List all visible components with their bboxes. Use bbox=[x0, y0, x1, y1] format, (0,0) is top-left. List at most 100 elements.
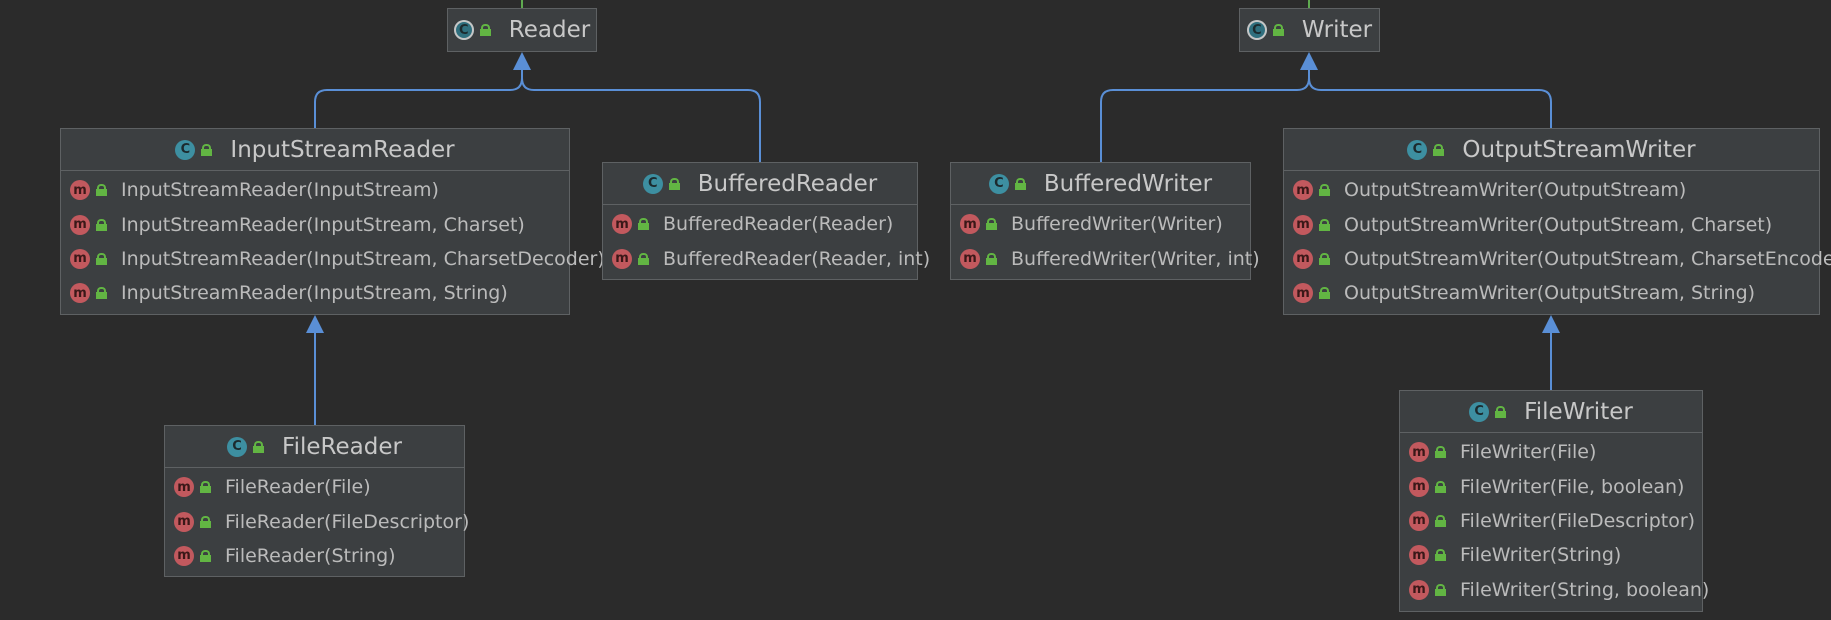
method-icon: m bbox=[174, 477, 194, 498]
method-icon: m bbox=[612, 248, 632, 269]
member-row[interactable]: m InputStreamReader(InputStream, String) bbox=[61, 276, 569, 310]
class-header-buffered-reader: C BufferedReader bbox=[603, 163, 917, 205]
member-signature: OutputStreamWriter(OutputStream, String) bbox=[1344, 282, 1756, 305]
member-signature: FileReader(File) bbox=[225, 476, 371, 499]
member-row[interactable]: m InputStreamReader(InputStream) bbox=[61, 173, 569, 207]
method-icon: m bbox=[612, 214, 632, 235]
lock-icon bbox=[1435, 583, 1446, 596]
lock-icon bbox=[1319, 287, 1330, 300]
member-row[interactable]: m FileWriter(File, boolean) bbox=[1400, 469, 1702, 503]
class-node-reader[interactable]: C Reader bbox=[447, 8, 597, 52]
class-header-input-stream-reader: C InputStreamReader bbox=[61, 129, 569, 171]
member-row[interactable]: m InputStreamReader(InputStream, Charset) bbox=[61, 207, 569, 241]
class-header-output-stream-writer: C OutputStreamWriter bbox=[1284, 129, 1819, 171]
member-list: m OutputStreamWriter(OutputStream) m Outpu… bbox=[1284, 171, 1831, 311]
lock-icon bbox=[200, 515, 211, 528]
method-icon: m bbox=[1409, 476, 1429, 497]
lock-icon bbox=[668, 177, 680, 190]
method-icon: m bbox=[70, 283, 90, 304]
method-icon: m bbox=[174, 545, 194, 566]
edge-output-stream-writer-to-writer bbox=[1308, 70, 1552, 128]
method-icon: m bbox=[1293, 283, 1313, 304]
class-icon: C bbox=[175, 139, 196, 160]
class-name: BufferedReader bbox=[697, 170, 878, 197]
lock-icon bbox=[200, 481, 211, 494]
member-list: m FileReader(File) m FileReader(FileDescri… bbox=[165, 468, 469, 573]
member-list: m BufferedReader(Reader) m BufferedReader(… bbox=[603, 205, 930, 276]
class-name: BufferedWriter bbox=[1043, 170, 1213, 197]
class-node-buffered-writer[interactable]: C BufferedWriter m BufferedWriter(Writer)… bbox=[950, 162, 1260, 280]
member-row[interactable]: m InputStreamReader(InputStream, CharsetD… bbox=[61, 242, 605, 276]
member-signature: FileWriter(File) bbox=[1460, 441, 1597, 464]
class-name: FileWriter bbox=[1524, 398, 1633, 425]
class-node-file-reader[interactable]: C FileReader m FileReader(File) m FileRead… bbox=[164, 425, 469, 577]
member-row[interactable]: m OutputStreamWriter(OutputStream, Charse… bbox=[1284, 207, 1819, 241]
member-signature: FileReader(FileDescriptor) bbox=[225, 510, 470, 533]
lock-icon bbox=[253, 440, 265, 453]
member-signature: OutputStreamWriter(OutputStream, Charset… bbox=[1344, 247, 1831, 270]
member-row[interactable]: m FileReader(String) bbox=[165, 539, 464, 573]
member-signature: BufferedWriter(Writer, int) bbox=[1011, 247, 1260, 270]
member-signature: FileWriter(String, boolean) bbox=[1460, 578, 1710, 601]
class-icon: C bbox=[227, 436, 248, 457]
member-row[interactable]: m OutputStreamWriter(OutputStream) bbox=[1284, 173, 1819, 207]
member-row[interactable]: m FileWriter(String) bbox=[1400, 538, 1702, 572]
lock-icon bbox=[1435, 446, 1446, 459]
member-signature: FileWriter(String) bbox=[1460, 544, 1622, 567]
method-icon: m bbox=[1293, 248, 1313, 269]
lock-icon bbox=[638, 218, 649, 231]
lock-icon bbox=[96, 184, 107, 197]
member-row[interactable]: m FileReader(FileDescriptor) bbox=[165, 504, 469, 538]
method-icon: m bbox=[1409, 545, 1429, 566]
class-node-input-stream-reader[interactable]: C InputStreamReader m InputStreamReader(I… bbox=[60, 128, 605, 315]
lock-icon bbox=[1319, 184, 1330, 197]
lock-icon bbox=[201, 143, 213, 156]
member-signature: InputStreamReader(InputStream, String) bbox=[121, 282, 508, 305]
member-row[interactable]: m FileWriter(FileDescriptor) bbox=[1400, 504, 1702, 538]
lock-icon bbox=[1433, 143, 1445, 156]
abstract-class-icon: C bbox=[453, 20, 474, 40]
member-list: m FileWriter(File) m FileWriter(File, bool… bbox=[1400, 433, 1709, 607]
class-name: Writer bbox=[1301, 17, 1373, 43]
member-row[interactable]: m FileWriter(String, boolean) bbox=[1400, 573, 1709, 607]
member-row[interactable]: m OutputStreamWriter(OutputStream, Charse… bbox=[1284, 242, 1831, 276]
class-header-file-reader: C FileReader bbox=[165, 426, 464, 468]
lock-icon bbox=[986, 218, 997, 231]
lock-icon bbox=[479, 24, 491, 36]
class-name: Reader bbox=[508, 17, 591, 43]
class-name: FileReader bbox=[282, 433, 402, 460]
edge-input-stream-reader-to-reader bbox=[314, 70, 523, 128]
class-node-writer[interactable]: C Writer bbox=[1239, 8, 1380, 52]
class-name: InputStreamReader bbox=[230, 136, 455, 163]
class-node-buffered-reader[interactable]: C BufferedReader m BufferedReader(Reader)… bbox=[602, 162, 930, 280]
member-signature: FileReader(String) bbox=[225, 544, 396, 567]
class-icon: C bbox=[1469, 401, 1490, 422]
class-node-file-writer[interactable]: C FileWriter m FileWriter(File) m FileWrit… bbox=[1399, 390, 1709, 612]
method-icon: m bbox=[174, 511, 194, 532]
arrowhead-reader bbox=[513, 52, 531, 70]
lock-icon bbox=[1435, 480, 1446, 493]
lock-icon bbox=[1435, 549, 1446, 562]
lock-icon bbox=[1435, 514, 1446, 527]
method-icon: m bbox=[70, 248, 90, 269]
lock-icon bbox=[200, 549, 211, 562]
class-header-reader: C Reader bbox=[448, 9, 596, 51]
lock-icon bbox=[1319, 218, 1330, 231]
member-row[interactable]: m FileReader(File) bbox=[165, 470, 464, 504]
member-signature: FileWriter(File, boolean) bbox=[1460, 475, 1685, 498]
member-row[interactable]: m BufferedReader(Reader, int) bbox=[603, 241, 930, 275]
member-list: m BufferedWriter(Writer) m BufferedWriter(… bbox=[951, 205, 1260, 276]
member-row[interactable]: m BufferedReader(Reader) bbox=[603, 207, 917, 241]
member-row[interactable]: m BufferedWriter(Writer, int) bbox=[951, 241, 1260, 275]
lock-icon bbox=[1319, 252, 1330, 265]
member-row[interactable]: m FileWriter(File) bbox=[1400, 435, 1702, 469]
lock-icon bbox=[638, 252, 649, 265]
class-icon: C bbox=[642, 173, 663, 194]
class-header-buffered-writer: C BufferedWriter bbox=[951, 163, 1250, 205]
arrowhead-output-stream-writer bbox=[1542, 315, 1560, 333]
member-row[interactable]: m BufferedWriter(Writer) bbox=[951, 207, 1250, 241]
class-node-output-stream-writer[interactable]: C OutputStreamWriter m OutputStreamWriter… bbox=[1283, 128, 1831, 315]
class-icon: C bbox=[1407, 139, 1428, 160]
arrowhead-writer bbox=[1300, 52, 1318, 70]
member-row[interactable]: m OutputStreamWriter(OutputStream, String… bbox=[1284, 276, 1819, 310]
